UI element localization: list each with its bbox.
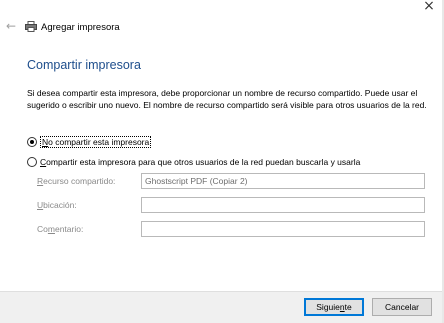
next-button[interactable]: Siguiente (304, 298, 364, 316)
radio-no-share-label[interactable]: No compartir esta impresora (40, 136, 152, 148)
radio-button-checked[interactable] (27, 137, 37, 147)
intro-text: Si desea compartir esta impresora, debe … (27, 88, 427, 110)
dialog-title: Agregar impresora (41, 22, 120, 33)
radio-button-unchecked[interactable] (27, 157, 37, 167)
comment-label: Comentario: (37, 224, 84, 234)
location-field[interactable] (141, 197, 425, 213)
cancel-button[interactable]: Cancelar (372, 298, 432, 316)
share-name-label: Recurso compartido: (37, 176, 116, 186)
location-label: Ubicación: (37, 200, 77, 210)
radio-share-label[interactable]: Compartir esta impresora para que otros … (40, 157, 360, 167)
comment-field[interactable] (141, 221, 425, 237)
radio-share[interactable]: Compartir esta impresora para que otros … (27, 157, 360, 167)
page-heading: Compartir impresora (27, 58, 141, 72)
printer-icon (25, 21, 37, 32)
close-icon[interactable]: × (422, 0, 436, 14)
back-arrow-icon[interactable]: ← (6, 20, 18, 32)
radio-no-share[interactable]: No compartir esta impresora (27, 136, 152, 148)
share-name-field[interactable]: Ghostscript PDF (Copiar 2) (141, 173, 425, 189)
title-bar: × ← Agregar impresora (0, 0, 444, 56)
